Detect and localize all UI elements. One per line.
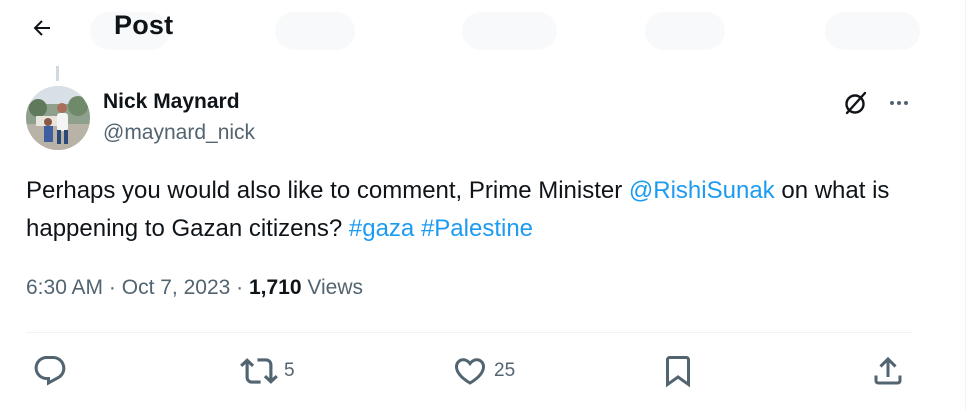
- tweet-text-space: [414, 215, 421, 242]
- tweet-text: Perhaps you would also like to comment, …: [26, 172, 926, 248]
- like-count: 25: [494, 360, 516, 381]
- views-count[interactable]: 1,710: [249, 276, 302, 299]
- tweet-meta: 6:30 AM · Oct 7, 2023 · 1,710 Views: [26, 276, 363, 300]
- mention-link[interactable]: @RishiSunak: [629, 177, 775, 204]
- repost-button[interactable]: 5: [240, 352, 295, 390]
- views-label[interactable]: Views: [302, 276, 363, 299]
- author-name[interactable]: Nick Maynard: [103, 90, 240, 114]
- share-button[interactable]: [870, 352, 906, 390]
- repost-count: 5: [284, 360, 295, 381]
- meta-separator: ·: [230, 276, 249, 299]
- hashtag-link-gaza[interactable]: #gaza: [349, 215, 414, 242]
- back-button[interactable]: [22, 8, 62, 48]
- arrow-left-icon: [33, 20, 50, 36]
- thread-connector-line: [56, 66, 59, 81]
- tweet-text-part1: Perhaps you would also like to comment, …: [26, 177, 629, 204]
- meta-separator: ·: [103, 276, 122, 299]
- reply-button[interactable]: [32, 352, 74, 390]
- divider: [26, 332, 912, 333]
- post-page: Post Nick Maynard @maynard_nick Perhaps …: [0, 0, 966, 410]
- share-icon: [874, 356, 902, 385]
- heart-icon: [454, 358, 486, 385]
- grok-button[interactable]: [839, 88, 873, 118]
- page-title: Post: [114, 10, 174, 40]
- tweet-date[interactable]: Oct 7, 2023: [122, 276, 231, 299]
- avatar[interactable]: [26, 86, 90, 150]
- author-handle[interactable]: @maynard_nick: [103, 121, 255, 145]
- reply-icon: [34, 356, 66, 386]
- page-header: Post: [0, 0, 966, 58]
- more-options-button[interactable]: [882, 88, 916, 118]
- repost-icon: [240, 358, 278, 384]
- like-button[interactable]: 25: [452, 352, 515, 390]
- grok-icon: [845, 91, 867, 115]
- hashtag-link-palestine[interactable]: #Palestine: [421, 215, 533, 242]
- tweet-time[interactable]: 6:30 AM: [26, 276, 103, 299]
- bookmark-icon: [666, 356, 690, 388]
- avatar-image: [26, 86, 90, 150]
- bookmark-button[interactable]: [660, 352, 696, 390]
- more-horizontal-icon: [890, 101, 908, 105]
